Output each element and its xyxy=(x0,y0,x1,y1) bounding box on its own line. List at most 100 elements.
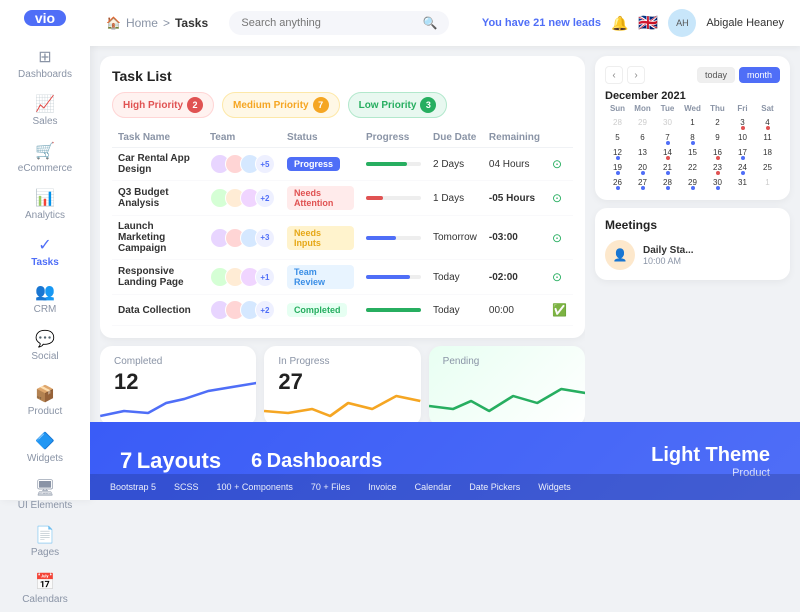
dashboards-icon: ⊞ xyxy=(38,47,51,67)
remaining-cell: 04 Hours xyxy=(483,148,546,181)
cal-day[interactable]: 9 xyxy=(705,130,730,145)
row-check-icon: ⊙ xyxy=(552,270,562,284)
cal-day[interactable]: 17 xyxy=(730,145,755,160)
task-list-card: Task List High Priority 2 Medium Priorit… xyxy=(100,56,585,338)
search-input[interactable] xyxy=(241,17,416,29)
action-cell[interactable]: ⊙ xyxy=(546,216,573,260)
cal-day[interactable]: 19 xyxy=(605,160,630,175)
bell-icon[interactable]: 🔔 xyxy=(611,15,628,32)
cal-next-button[interactable]: › xyxy=(627,66,645,84)
high-priority-tab[interactable]: High Priority 2 xyxy=(112,92,214,118)
layouts-label: Layouts xyxy=(137,448,221,473)
low-priority-badge: 3 xyxy=(420,97,436,113)
cal-day[interactable]: 24 xyxy=(730,160,755,175)
action-cell[interactable]: ✅ xyxy=(546,295,573,326)
sidebar-item-calendars[interactable]: 📅 Calendars xyxy=(0,565,90,612)
medium-priority-tab[interactable]: Medium Priority 7 xyxy=(222,92,340,118)
action-cell[interactable]: ⊙ xyxy=(546,260,573,295)
cal-day[interactable]: 23 xyxy=(705,160,730,175)
progress-cell xyxy=(360,260,427,295)
cal-day[interactable]: 20 xyxy=(630,160,655,175)
tag-invoice: Invoice xyxy=(368,482,397,492)
sidebar-item-tasks[interactable]: ✓ Tasks xyxy=(0,228,90,275)
sidebar-item-sales[interactable]: 📈 Sales xyxy=(0,87,90,134)
sidebar-item-pages[interactable]: 📄 Pages xyxy=(0,518,90,565)
sidebar-item-label: Social xyxy=(31,351,58,362)
cal-prev-button[interactable]: ‹ xyxy=(605,66,623,84)
sidebar-item-social[interactable]: 💬 Social xyxy=(0,322,90,369)
cal-day[interactable]: 8 xyxy=(680,130,705,145)
tag-scss: SCSS xyxy=(174,482,199,492)
sidebar-item-widgets[interactable]: 🔷 Widgets xyxy=(0,424,90,471)
cal-day[interactable]: 25 xyxy=(755,160,780,175)
sidebar-item-analytics[interactable]: 📊 Analytics xyxy=(0,181,90,228)
due-date-cell: 2 Days xyxy=(427,148,483,181)
table-row: Responsive Landing Page +1 Team Review T… xyxy=(112,260,573,295)
action-cell[interactable]: ⊙ xyxy=(546,148,573,181)
cal-day[interactable]: 26 xyxy=(605,175,630,190)
cal-day[interactable]: 5 xyxy=(605,130,630,145)
cal-day[interactable]: 6 xyxy=(630,130,655,145)
cal-today-button[interactable]: today xyxy=(697,67,735,83)
cal-day[interactable]: 13 xyxy=(630,145,655,160)
cal-day[interactable]: 22 xyxy=(680,160,705,175)
cal-day[interactable]: 16 xyxy=(705,145,730,160)
cal-day[interactable]: 21 xyxy=(655,160,680,175)
sidebar: vio ⊞ Dashboards 📈 Sales 🛒 eCommerce 📊 A… xyxy=(0,0,90,500)
cal-day-prev[interactable]: 30 xyxy=(655,115,680,130)
remaining-cell: -02:00 xyxy=(483,260,546,295)
search-icon: 🔍 xyxy=(422,16,437,30)
due-date-cell: Tomorrow xyxy=(427,216,483,260)
team-cell: +2 xyxy=(204,181,281,216)
high-priority-badge: 2 xyxy=(187,97,203,113)
cal-day[interactable]: 27 xyxy=(630,175,655,190)
sidebar-item-product[interactable]: 📦 Product xyxy=(0,377,90,424)
cal-day[interactable]: 14 xyxy=(655,145,680,160)
cal-month-button[interactable]: month xyxy=(739,67,780,83)
tag-datepickers: Date Pickers xyxy=(469,482,520,492)
calendar-card: ‹ › today month December 2021 Sun Mon Tu… xyxy=(595,56,790,200)
cal-day[interactable]: 4 xyxy=(755,115,780,130)
cal-day[interactable]: 10 xyxy=(730,130,755,145)
wd-thu: Thu xyxy=(705,102,730,115)
cal-day[interactable]: 11 xyxy=(755,130,780,145)
cal-day[interactable]: 29 xyxy=(680,175,705,190)
cal-day[interactable]: 2 xyxy=(705,115,730,130)
cal-day[interactable]: 31 xyxy=(730,175,755,190)
sidebar-item-label: Product xyxy=(28,406,62,417)
sidebar-item-dashboards[interactable]: ⊞ Dashboards xyxy=(0,40,90,87)
calendars-icon: 📅 xyxy=(35,572,55,592)
sidebar-item-ui-elements[interactable]: 🖥 UI Elements xyxy=(0,471,90,518)
cal-day[interactable]: 15 xyxy=(680,145,705,160)
team-cell: +2 xyxy=(204,295,281,326)
cal-day-next[interactable]: 1 xyxy=(755,175,780,190)
cal-day[interactable]: 18 xyxy=(755,145,780,160)
cal-day-prev[interactable]: 29 xyxy=(630,115,655,130)
progress-cell xyxy=(360,181,427,216)
task-name: Launch Marketing Campaign xyxy=(112,216,204,260)
low-priority-tab[interactable]: Low Priority 3 xyxy=(348,92,448,118)
ui-icon: 🖥 xyxy=(35,478,55,498)
cal-day[interactable]: 7 xyxy=(655,130,680,145)
sidebar-item-label: Pages xyxy=(31,547,59,558)
cal-day[interactable]: 3 xyxy=(730,115,755,130)
cal-day[interactable]: 30 xyxy=(705,175,730,190)
progress-cell xyxy=(360,148,427,181)
user-name: Abigale Heaney xyxy=(706,17,784,29)
breadcrumb-separator: > xyxy=(163,16,170,30)
cal-day[interactable]: 1 xyxy=(680,115,705,130)
action-cell[interactable]: ⊙ xyxy=(546,181,573,216)
progress-cell xyxy=(360,295,427,326)
cal-day[interactable]: 28 xyxy=(655,175,680,190)
search-bar[interactable]: 🔍 xyxy=(229,11,449,35)
sidebar-item-crm[interactable]: 👥 CRM xyxy=(0,275,90,322)
col-action xyxy=(546,128,573,148)
stat-card-inprogress: In Progress 27 xyxy=(264,346,420,426)
overlay-tags-bar: Bootstrap 5 SCSS 100 + Components 70 + F… xyxy=(90,474,800,500)
medium-priority-badge: 7 xyxy=(313,97,329,113)
cal-day[interactable]: 12 xyxy=(605,145,630,160)
sidebar-item-ecommerce[interactable]: 🛒 eCommerce xyxy=(0,134,90,181)
cal-day-prev[interactable]: 28 xyxy=(605,115,630,130)
cal-controls: today month xyxy=(697,67,780,83)
home-icon: 🏠 xyxy=(106,16,121,30)
